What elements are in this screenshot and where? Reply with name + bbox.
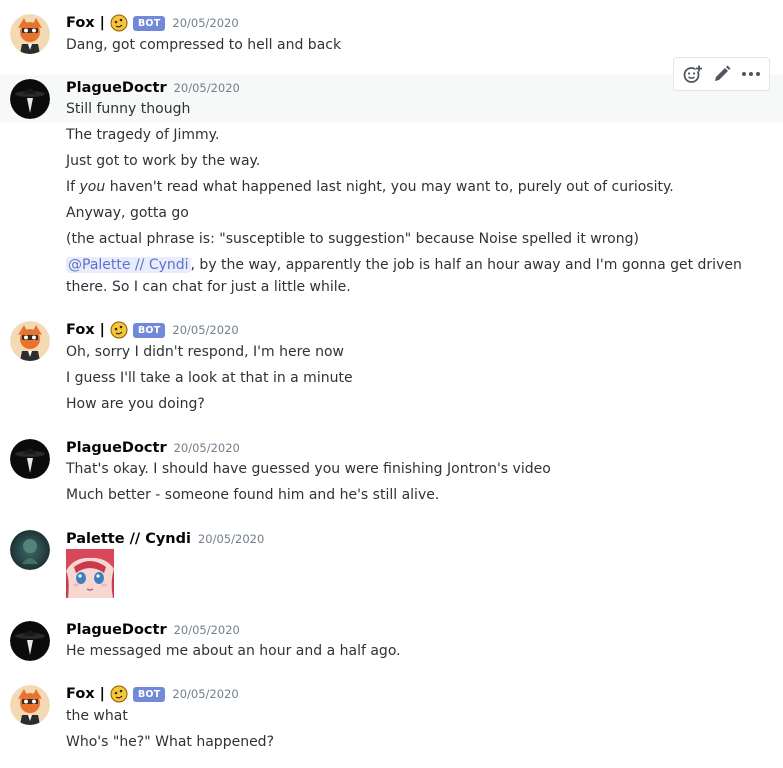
message-header: PlagueDoctr 20/05/2020 bbox=[66, 437, 240, 459]
username[interactable]: Fox | bbox=[66, 686, 105, 702]
timestamp[interactable]: 20/05/2020 bbox=[172, 687, 238, 701]
add-reaction-button[interactable] bbox=[680, 61, 706, 87]
bot-tag: BOT bbox=[132, 322, 166, 338]
message-text-italic: you bbox=[79, 179, 106, 195]
message-text: That's okay. I should have guessed you w… bbox=[66, 461, 551, 477]
message-text-segment: If bbox=[66, 179, 80, 195]
avatar[interactable] bbox=[10, 530, 50, 570]
message-text-segment: haven't read what happened last night, y… bbox=[105, 179, 674, 195]
message-text: If you haven't read what happened last n… bbox=[66, 176, 674, 198]
avatar[interactable] bbox=[10, 439, 50, 479]
message-actions-toolbar bbox=[673, 57, 770, 91]
message-text: there. So I can chat for just a little w… bbox=[66, 279, 351, 295]
message-header: Palette // Cyndi 20/05/2020 bbox=[66, 528, 264, 550]
message-text: Still funny though bbox=[66, 101, 191, 117]
badge-emoji-icon bbox=[110, 685, 128, 703]
message-text-segment: , by the way, apparently the job is half… bbox=[190, 257, 742, 273]
username[interactable]: PlagueDoctr bbox=[66, 80, 167, 96]
message-text: I guess I'll take a look at that in a mi… bbox=[66, 370, 353, 386]
timestamp[interactable]: 20/05/2020 bbox=[172, 323, 238, 337]
timestamp[interactable]: 20/05/2020 bbox=[174, 623, 240, 637]
timestamp[interactable]: 20/05/2020 bbox=[174, 441, 240, 455]
badge-emoji-icon bbox=[110, 321, 128, 339]
message-text: Just got to work by the way. bbox=[66, 153, 261, 169]
timestamp[interactable]: 20/05/2020 bbox=[174, 81, 240, 95]
avatar[interactable] bbox=[10, 321, 50, 361]
message-text: Much better - someone found him and he's… bbox=[66, 487, 440, 503]
more-options-icon bbox=[741, 72, 760, 76]
message-text: @Palette // Cyndi, by the way, apparentl… bbox=[66, 254, 742, 276]
add-reaction-icon bbox=[683, 65, 702, 83]
username[interactable]: Fox | bbox=[66, 15, 105, 31]
avatar[interactable] bbox=[10, 14, 50, 54]
badge-emoji-icon bbox=[110, 14, 128, 32]
message-header: PlagueDoctr 20/05/2020 bbox=[66, 619, 240, 641]
message-text: He messaged me about an hour and a half … bbox=[66, 643, 401, 659]
message-text: How are you doing? bbox=[66, 396, 205, 412]
user-mention[interactable]: @Palette // Cyndi bbox=[66, 257, 191, 273]
timestamp[interactable]: 20/05/2020 bbox=[172, 16, 238, 30]
message-header: PlagueDoctr 20/05/2020 bbox=[66, 77, 240, 99]
avatar[interactable] bbox=[10, 685, 50, 725]
username[interactable]: Palette // Cyndi bbox=[66, 531, 191, 547]
message-text: Dang, got compressed to hell and back bbox=[66, 37, 342, 53]
bot-tag: BOT bbox=[132, 15, 166, 31]
username[interactable]: PlagueDoctr bbox=[66, 440, 167, 456]
message-text: Anyway, gotta go bbox=[66, 205, 189, 221]
bot-tag: BOT bbox=[132, 686, 166, 702]
message-header: Fox | BOT 20/05/2020 bbox=[66, 683, 239, 705]
message-text: (the actual phrase is: "susceptible to s… bbox=[66, 231, 639, 247]
message-header: Fox | BOT 20/05/2020 bbox=[66, 319, 239, 341]
username[interactable]: PlagueDoctr bbox=[66, 622, 167, 638]
message-text: the what bbox=[66, 708, 128, 724]
avatar[interactable] bbox=[10, 621, 50, 661]
sticker-image[interactable] bbox=[66, 549, 114, 598]
edit-button[interactable] bbox=[709, 61, 735, 87]
message-text: Who's "he?" What happened? bbox=[66, 734, 274, 750]
timestamp[interactable]: 20/05/2020 bbox=[198, 532, 264, 546]
message-text: Oh, sorry I didn't respond, I'm here now bbox=[66, 344, 344, 360]
username[interactable]: Fox | bbox=[66, 322, 105, 338]
message-text: The tragedy of Jimmy. bbox=[66, 127, 220, 143]
edit-pencil-icon bbox=[714, 65, 730, 81]
more-options-button[interactable] bbox=[738, 61, 764, 87]
avatar[interactable] bbox=[10, 79, 50, 119]
message-header: Fox | BOT 20/05/2020 bbox=[66, 12, 239, 34]
